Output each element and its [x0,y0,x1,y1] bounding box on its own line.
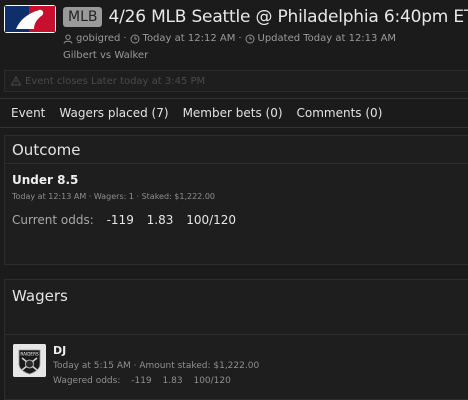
svg-text:RAIDERS: RAIDERS [20,352,39,357]
mlb-logo[interactable] [4,5,56,33]
wagers-heading: Wagers [12,287,68,305]
wagered-odds-label: Wagered odds: [53,376,121,386]
wagered-odds-fractional: 100/120 [193,376,231,386]
odds-label: Current odds: [12,213,94,227]
updated-time[interactable]: Updated Today at 12:13 AM [258,33,397,44]
separator: · [123,33,127,44]
outcome-panel: Outcome Under 8.5 Today at 12:13 AM · Wa… [4,135,468,265]
posted-time[interactable]: Today at 12:12 AM [143,33,236,44]
tab-wagers-placed[interactable]: Wagers placed (7) [59,106,168,120]
outcome-heading: Outcome [5,136,468,164]
wagered-odds-american: -119 [131,376,152,386]
odds-american: -119 [106,213,134,227]
wagered-odds-decimal: 1.83 [162,376,183,386]
separator: · [238,33,242,44]
outcome-meta: Today at 12:13 AM · Wagers: 1 · Staked: … [12,192,215,201]
event-meta: gobigred · Today at 12:12 AM · Updated T… [63,33,396,44]
matchup-subtitle: Gilbert vs Walker [63,50,149,61]
warning-icon [11,76,21,86]
event-tabs: Event Wagers placed (7) Member bets (0) … [0,98,468,128]
author-link[interactable]: gobigred [76,33,120,44]
wager-username[interactable]: DJ [53,344,66,357]
tab-event[interactable]: Event [11,106,45,120]
event-header: MLB 4/26 MLB Seattle @ Philadelphia 6:40… [0,0,468,68]
clock-icon [130,34,140,43]
odds-fractional: 100/120 [186,213,237,227]
wager-item: RAIDERS DJ Today at 5:15 AM · Amount sta… [5,334,468,390]
user-icon [63,34,73,44]
current-odds: Current odds: -119 1.83 100/120 [12,213,461,227]
wagers-panel: Wagers RAIDERS DJ Today at 5:15 AM · Amo… [4,279,468,400]
league-badge: MLB [63,7,103,27]
notice-text: Event closes Later today at 3:45 PM [25,75,206,87]
event-close-notice: Event closes Later today at 3:45 PM [4,70,468,92]
raiders-avatar[interactable]: RAIDERS [13,344,46,377]
page-title: 4/26 MLB Seattle @ Philadelphia 6:40pm E… [108,7,468,27]
wager-meta: Today at 5:15 AM · Amount staked: $1,222… [53,361,260,371]
clock-icon [245,34,255,43]
tab-member-bets[interactable]: Member bets (0) [183,106,283,120]
odds-decimal: 1.83 [146,213,174,227]
wagered-odds: Wagered odds: -119 1.83 100/120 [53,376,231,386]
tab-comments[interactable]: Comments (0) [297,106,383,120]
outcome-name: Under 8.5 [12,173,79,187]
